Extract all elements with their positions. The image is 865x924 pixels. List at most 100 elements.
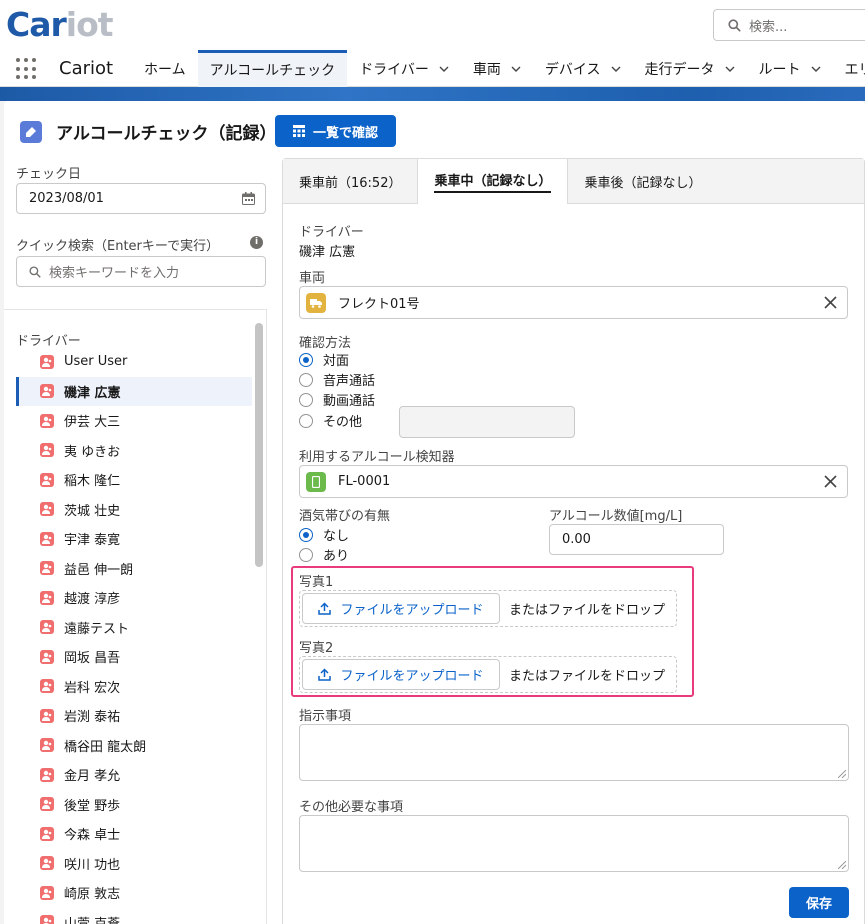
method-field-label: 確認方法: [299, 336, 352, 351]
driver-name: 岩科 宏次: [64, 680, 121, 696]
driver-name: 稲木 隆仁: [64, 474, 121, 490]
alcohol-value-input[interactable]: 0.00: [549, 524, 724, 555]
nav-tab-vehicles[interactable]: 車両: [461, 50, 533, 87]
smell-radio-none[interactable]: なし: [299, 525, 349, 544]
other-notes-textarea[interactable]: [299, 815, 849, 872]
driver-list-item[interactable]: 遠藤テスト: [16, 613, 252, 643]
page-header: アルコールチェック（記録）: [20, 119, 277, 144]
person-icon: [40, 384, 54, 399]
nav-tab-drivers[interactable]: ドライバー: [347, 50, 461, 87]
chevron-down-icon[interactable]: [439, 64, 449, 74]
nav-tab-trip-data[interactable]: 走行データ: [633, 50, 747, 87]
check-date-input[interactable]: 2023/08/01: [16, 183, 266, 214]
radio-button[interactable]: [299, 413, 313, 428]
tab-after-ride[interactable]: 乗車後（記録なし）: [568, 159, 717, 203]
driver-list-item[interactable]: 宇津 泰寛: [16, 524, 252, 554]
driver-list-item[interactable]: 越渡 淳彦: [16, 583, 252, 613]
driver-list: User User 磯津 広憲 伊芸 大三夷 ゆきお稲木 隆仁茨城 壮史 宇津 泰寛益…: [16, 347, 252, 924]
save-button[interactable]: 保存: [789, 887, 849, 918]
view-list-button[interactable]: 一覧で確認: [275, 115, 396, 147]
app-navigation-bar: Cariot ホーム アルコールチェック ドライバー 車両 デバイス 走行データ…: [0, 50, 865, 87]
radio-label: 動画通話: [323, 394, 376, 409]
driver-list-item[interactable]: 咲川 功也: [16, 849, 252, 879]
scrollbar-thumb[interactable]: [255, 323, 263, 567]
instructions-textarea[interactable]: [299, 724, 849, 781]
person-icon: [40, 797, 54, 812]
person-icon: [40, 679, 54, 694]
radio-button[interactable]: [299, 527, 313, 542]
nav-tab-routes[interactable]: ルート: [747, 50, 833, 87]
method-radio-other[interactable]: その他: [299, 411, 362, 430]
photo1-dropzone[interactable]: ファイルをアップロード またはファイルをドロップ: [299, 590, 677, 627]
vehicle-field-label: 車両: [299, 271, 326, 286]
photo2-dropzone[interactable]: ファイルをアップロード またはファイルをドロップ: [299, 656, 677, 693]
chevron-down-icon[interactable]: [511, 64, 521, 74]
keyword-search-placeholder: 検索キーワードを入力: [49, 266, 180, 281]
driver-name: 橋谷田 龍太朗: [64, 739, 147, 755]
driver-list-item[interactable]: 金月 孝允: [16, 760, 252, 790]
driver-list-item[interactable]: User User: [16, 347, 252, 377]
smell-radio-present[interactable]: あり: [299, 545, 349, 564]
tab-during-ride[interactable]: 乗車中（記録なし）: [417, 159, 569, 204]
nav-tab-devices[interactable]: デバイス: [533, 50, 633, 87]
global-search-input[interactable]: 検索...: [713, 9, 865, 41]
person-icon: [40, 354, 54, 369]
driver-list-item[interactable]: 磯津 広憲: [16, 376, 252, 406]
driver-list-scrollbar[interactable]: [254, 319, 264, 924]
driver-list-item[interactable]: 茨城 壮史: [16, 495, 252, 525]
nav-tab-home[interactable]: ホーム: [132, 50, 198, 87]
nav-tab-label: アルコールチェック: [209, 63, 336, 79]
driver-name: User User: [64, 354, 128, 370]
keyword-search-input[interactable]: 検索キーワードを入力: [16, 256, 266, 287]
driver-list-item[interactable]: 夷 ゆきお: [16, 436, 252, 466]
driver-list-item[interactable]: 益邑 伸一朗: [16, 554, 252, 584]
resize-handle-icon[interactable]: [838, 861, 846, 869]
close-icon[interactable]: [824, 296, 837, 309]
driver-name: 岡坂 昌吾: [64, 651, 121, 667]
driver-list-item[interactable]: 崎原 敦志: [16, 878, 252, 908]
vehicle-lookup-field[interactable]: フレクト01号: [299, 286, 848, 319]
table-icon: [292, 125, 305, 137]
driver-list-item[interactable]: 橋谷田 龍太朗: [16, 731, 252, 761]
cariot-logo[interactable]: Cariot: [6, 4, 114, 44]
driver-list-item[interactable]: 岩渕 泰祐: [16, 701, 252, 731]
resize-handle-icon[interactable]: [838, 770, 846, 778]
photo1-upload-button[interactable]: ファイルをアップロード: [302, 593, 500, 624]
method-radio-in-person[interactable]: 対面: [299, 350, 349, 369]
nav-tab-label: エリ: [844, 61, 865, 78]
tab-label: 乗車中（記録なし）: [434, 170, 552, 193]
info-icon[interactable]: i: [250, 236, 263, 249]
method-other-input[interactable]: [399, 406, 575, 438]
divider: [266, 309, 267, 924]
driver-list-item[interactable]: 岡坂 昌吾: [16, 642, 252, 672]
radio-button[interactable]: [299, 372, 313, 387]
calendar-icon[interactable]: [242, 192, 255, 205]
radio-button[interactable]: [299, 352, 313, 367]
chevron-down-icon[interactable]: [611, 64, 621, 74]
driver-name: 越渡 淳彦: [64, 592, 121, 608]
driver-list-item[interactable]: 伊芸 大三: [16, 406, 252, 436]
driver-list-item[interactable]: 稲木 隆仁: [16, 465, 252, 495]
check-date-value: 2023/08/01: [29, 191, 104, 206]
driver-list-item[interactable]: 岩科 宏次: [16, 672, 252, 702]
truck-icon: [306, 292, 326, 313]
nav-tab-areas[interactable]: エリ: [833, 50, 865, 87]
person-icon: [40, 915, 54, 924]
method-radio-video-call[interactable]: 動画通話: [299, 390, 375, 409]
detector-lookup-field[interactable]: FL-0001: [299, 465, 848, 498]
driver-list-item[interactable]: 今森 卓士: [16, 819, 252, 849]
tab-before-ride[interactable]: 乗車前（16:52）: [283, 159, 417, 203]
chevron-down-icon[interactable]: [725, 64, 735, 74]
radio-button[interactable]: [299, 547, 313, 562]
person-icon: [40, 708, 54, 723]
method-radio-voice-call[interactable]: 音声通話: [299, 370, 375, 389]
chevron-down-icon[interactable]: [811, 64, 821, 74]
radio-button[interactable]: [299, 392, 313, 407]
nav-tab-alcohol-check[interactable]: アルコールチェック: [197, 50, 348, 87]
driver-name: 山萱 克蒼: [64, 913, 120, 924]
app-launcher-icon[interactable]: [16, 58, 38, 80]
close-icon[interactable]: [824, 475, 837, 488]
photo2-upload-button[interactable]: ファイルをアップロード: [302, 659, 500, 690]
driver-list-item[interactable]: 後堂 野歩: [16, 790, 252, 820]
driver-list-item[interactable]: 山萱 克蒼: [16, 908, 252, 924]
